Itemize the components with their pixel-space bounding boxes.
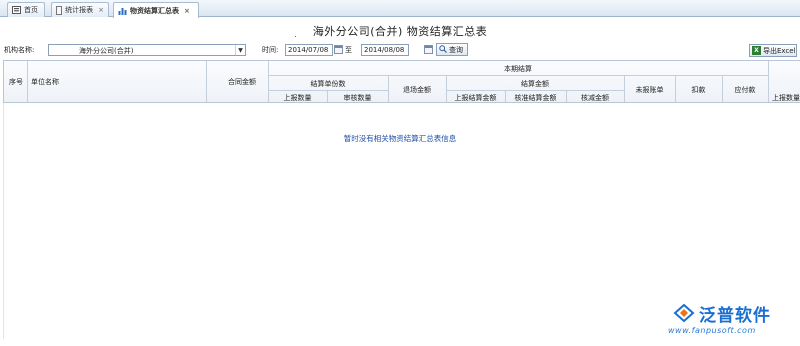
col-deduction: 扣款 <box>691 86 706 94</box>
report-icon <box>56 5 63 15</box>
col-reported-settle: 上报结算金额 <box>454 94 497 102</box>
col-payable: 应付款 <box>734 86 756 94</box>
query-button-label: 查询 <box>449 45 463 54</box>
home-icon <box>12 6 21 14</box>
export-excel-button[interactable]: X 导出Excel <box>749 44 797 57</box>
col-unreported: 未报账单 <box>635 86 664 94</box>
col-reported-count: 上报数量 <box>283 94 312 102</box>
empty-message: 暂时没有相关物资结算汇总表信息 <box>343 134 457 143</box>
col-current-settle: 本期结算 <box>504 65 532 73</box>
tab-bar: 首页 统计报表 × 物资结算汇总表 × <box>0 0 800 18</box>
col-reviewed-count: 审核数量 <box>343 94 372 102</box>
col-unit-name: 单位名称 <box>31 78 59 86</box>
tab-report-close-icon[interactable]: × <box>98 6 104 14</box>
grid-header: 序号 单位名称 合同金额 本期结算 结算单份数 上报数量 审核数量 退场金额 结… <box>3 60 800 103</box>
date-to-input[interactable]: 2014/08/08 <box>361 44 409 56</box>
query-button[interactable]: 查询 <box>436 43 468 56</box>
col-deducted-amount: 核减金额 <box>581 94 609 102</box>
chart-icon <box>118 7 127 15</box>
time-label: 时间: <box>262 46 279 54</box>
col-return-amount: 退场金额 <box>403 86 431 94</box>
calendar-from-icon[interactable] <box>334 45 343 54</box>
tab-report[interactable]: 统计报表 × <box>51 2 109 17</box>
brand-name: 泛普软件 <box>699 306 771 326</box>
org-select[interactable]: 海外分公司(合并) ▼ <box>48 44 246 56</box>
to-label: 至 <box>345 46 352 54</box>
col-approved-settle: 核准结算金额 <box>514 94 557 102</box>
col-contract-amount: 合同金额 <box>228 78 256 86</box>
org-label: 机构名称: <box>4 46 35 54</box>
export-excel-label: 导出Excel <box>763 46 796 55</box>
tab-material-settlement[interactable]: 物资结算汇总表 × <box>113 2 199 18</box>
tab-home-label: 首页 <box>24 6 38 14</box>
tab-report-label: 统计报表 <box>65 6 94 14</box>
col-seq: 序号 <box>9 78 23 86</box>
col-settle-amount: 结算金额 <box>521 80 549 88</box>
search-icon <box>439 44 447 55</box>
tab-material-settlement-label: 物资结算汇总表 <box>130 6 179 15</box>
org-select-value: 海外分公司(合并) <box>79 47 134 55</box>
divider-dot <box>295 36 296 37</box>
brand-logo: 泛普软件 <box>672 301 771 326</box>
tab-material-settlement-close-icon[interactable]: × <box>184 7 190 15</box>
col-reported-qty-2: 上报数量 <box>772 94 800 102</box>
tab-home[interactable]: 首页 <box>7 2 45 17</box>
fanpu-logo-icon <box>672 303 696 324</box>
date-from-input[interactable]: 2014/07/08 <box>285 44 333 56</box>
page-title: 海外分公司(合并) 物资结算汇总表 <box>312 25 488 38</box>
chevron-down-icon[interactable]: ▼ <box>235 45 245 55</box>
calendar-to-icon[interactable] <box>424 45 433 54</box>
brand-url: www.fanpusoft.com <box>668 326 756 335</box>
excel-icon: X <box>752 46 761 55</box>
col-settle-doc-count: 结算单份数 <box>310 80 346 88</box>
filter-bar: 机构名称: 海外分公司(合并) ▼ 时间: 2014/07/08 至 2014/… <box>0 42 800 58</box>
